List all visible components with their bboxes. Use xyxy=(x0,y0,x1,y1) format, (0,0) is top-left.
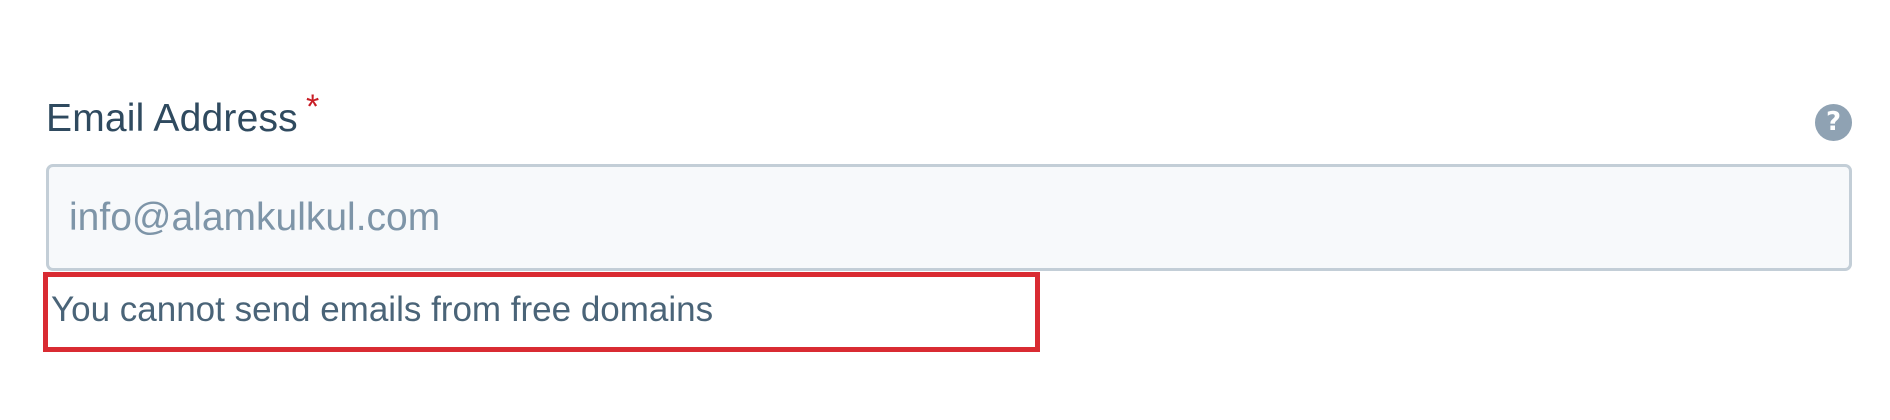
email-form-group: Email Address * ? You cannot send emails… xyxy=(43,90,1852,352)
required-marker: * xyxy=(306,88,320,126)
email-input[interactable] xyxy=(46,164,1852,271)
error-message: You cannot send emails from free domains xyxy=(51,290,714,329)
error-highlight-box: You cannot send emails from free domains xyxy=(43,272,1040,352)
label-row: Email Address * ? xyxy=(46,90,1852,150)
help-icon[interactable]: ? xyxy=(1815,104,1852,141)
email-label: Email Address xyxy=(46,97,298,140)
